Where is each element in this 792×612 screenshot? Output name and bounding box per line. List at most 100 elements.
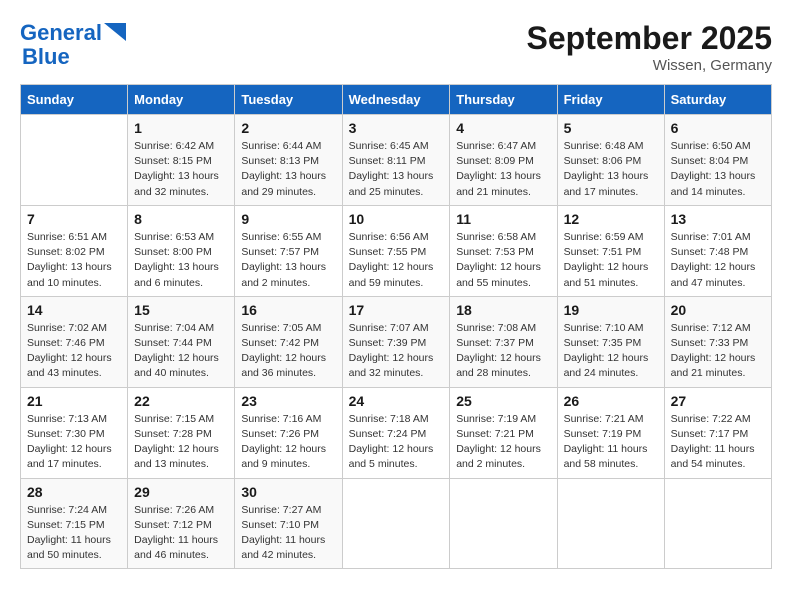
day-number: 24 bbox=[349, 393, 444, 409]
day-info: Sunrise: 7:15 AMSunset: 7:28 PMDaylight:… bbox=[134, 412, 228, 473]
day-number: 18 bbox=[456, 302, 550, 318]
day-number: 5 bbox=[564, 120, 658, 136]
day-number: 25 bbox=[456, 393, 550, 409]
day-number: 12 bbox=[564, 211, 658, 227]
day-info: Sunrise: 6:50 AMSunset: 8:04 PMDaylight:… bbox=[671, 139, 765, 200]
calendar-table: SundayMondayTuesdayWednesdayThursdayFrid… bbox=[20, 84, 772, 569]
day-info: Sunrise: 6:48 AMSunset: 8:06 PMDaylight:… bbox=[564, 139, 658, 200]
week-row-3: 14 Sunrise: 7:02 AMSunset: 7:46 PMDayligh… bbox=[21, 296, 772, 387]
day-cell-23: 23 Sunrise: 7:16 AMSunset: 7:26 PMDayligh… bbox=[235, 387, 342, 478]
day-info: Sunrise: 7:27 AMSunset: 7:10 PMDaylight:… bbox=[241, 503, 335, 564]
day-number: 17 bbox=[349, 302, 444, 318]
empty-cell bbox=[664, 478, 771, 569]
day-number: 13 bbox=[671, 211, 765, 227]
day-number: 30 bbox=[241, 484, 335, 500]
day-cell-24: 24 Sunrise: 7:18 AMSunset: 7:24 PMDayligh… bbox=[342, 387, 450, 478]
col-header-monday: Monday bbox=[128, 85, 235, 115]
day-number: 7 bbox=[27, 211, 121, 227]
day-info: Sunrise: 6:53 AMSunset: 8:00 PMDaylight:… bbox=[134, 230, 228, 291]
day-info: Sunrise: 7:04 AMSunset: 7:44 PMDaylight:… bbox=[134, 321, 228, 382]
day-cell-12: 12 Sunrise: 6:59 AMSunset: 7:51 PMDayligh… bbox=[557, 205, 664, 296]
day-cell-26: 26Sunrise: 7:21 AMSunset: 7:19 PMDayligh… bbox=[557, 387, 664, 478]
day-cell-3: 3 Sunrise: 6:45 AMSunset: 8:11 PMDaylight… bbox=[342, 115, 450, 206]
day-cell-2: 2 Sunrise: 6:44 AMSunset: 8:13 PMDaylight… bbox=[235, 115, 342, 206]
day-info: Sunrise: 6:47 AMSunset: 8:09 PMDaylight:… bbox=[456, 139, 550, 200]
day-number: 3 bbox=[349, 120, 444, 136]
day-info: Sunrise: 6:59 AMSunset: 7:51 PMDaylight:… bbox=[564, 230, 658, 291]
day-cell-8: 8 Sunrise: 6:53 AMSunset: 8:00 PMDaylight… bbox=[128, 205, 235, 296]
empty-cell bbox=[450, 478, 557, 569]
day-info: Sunrise: 7:26 AMSunset: 7:12 PMDaylight:… bbox=[134, 503, 228, 564]
week-row-1: 1 Sunrise: 6:42 AMSunset: 8:15 PMDaylight… bbox=[21, 115, 772, 206]
day-info: Sunrise: 7:12 AMSunset: 7:33 PMDaylight:… bbox=[671, 321, 765, 382]
day-number: 21 bbox=[27, 393, 121, 409]
logo: General Blue bbox=[20, 20, 126, 70]
col-header-sunday: Sunday bbox=[21, 85, 128, 115]
col-header-saturday: Saturday bbox=[664, 85, 771, 115]
empty-cell bbox=[342, 478, 450, 569]
week-row-4: 21 Sunrise: 7:13 AMSunset: 7:30 PMDayligh… bbox=[21, 387, 772, 478]
day-cell-21: 21 Sunrise: 7:13 AMSunset: 7:30 PMDayligh… bbox=[21, 387, 128, 478]
empty-cell bbox=[21, 115, 128, 206]
day-number: 28 bbox=[27, 484, 121, 500]
day-info: Sunrise: 7:01 AMSunset: 7:48 PMDaylight:… bbox=[671, 230, 765, 291]
day-number: 10 bbox=[349, 211, 444, 227]
day-cell-29: 29 Sunrise: 7:26 AMSunset: 7:12 PMDayligh… bbox=[128, 478, 235, 569]
logo-text: General bbox=[20, 20, 102, 46]
location: Wissen, Germany bbox=[527, 57, 772, 74]
day-cell-16: 16Sunrise: 7:05 AMSunset: 7:42 PMDayligh… bbox=[235, 296, 342, 387]
day-info: Sunrise: 7:21 AMSunset: 7:19 PMDaylight:… bbox=[564, 412, 658, 473]
day-cell-20: 20 Sunrise: 7:12 AMSunset: 7:33 PMDayligh… bbox=[664, 296, 771, 387]
day-cell-11: 11 Sunrise: 6:58 AMSunset: 7:53 PMDayligh… bbox=[450, 205, 557, 296]
day-cell-9: 9 Sunrise: 6:55 AMSunset: 7:57 PMDaylight… bbox=[235, 205, 342, 296]
day-number: 8 bbox=[134, 211, 228, 227]
day-number: 14 bbox=[27, 302, 121, 318]
day-number: 1 bbox=[134, 120, 228, 136]
day-info: Sunrise: 6:51 AMSunset: 8:02 PMDaylight:… bbox=[27, 230, 121, 291]
day-info: Sunrise: 7:02 AMSunset: 7:46 PMDaylight:… bbox=[27, 321, 121, 382]
day-info: Sunrise: 6:42 AMSunset: 8:15 PMDaylight:… bbox=[134, 139, 228, 200]
day-number: 23 bbox=[241, 393, 335, 409]
col-header-thursday: Thursday bbox=[450, 85, 557, 115]
day-info: Sunrise: 7:22 AMSunset: 7:17 PMDaylight:… bbox=[671, 412, 765, 473]
day-cell-1: 1 Sunrise: 6:42 AMSunset: 8:15 PMDaylight… bbox=[128, 115, 235, 206]
day-number: 20 bbox=[671, 302, 765, 318]
day-info: Sunrise: 7:24 AMSunset: 7:15 PMDaylight:… bbox=[27, 503, 121, 564]
day-cell-17: 17Sunrise: 7:07 AMSunset: 7:39 PMDayligh… bbox=[342, 296, 450, 387]
week-row-5: 28 Sunrise: 7:24 AMSunset: 7:15 PMDayligh… bbox=[21, 478, 772, 569]
day-cell-4: 4 Sunrise: 6:47 AMSunset: 8:09 PMDaylight… bbox=[450, 115, 557, 206]
day-cell-30: 30 Sunrise: 7:27 AMSunset: 7:10 PMDayligh… bbox=[235, 478, 342, 569]
day-cell-28: 28 Sunrise: 7:24 AMSunset: 7:15 PMDayligh… bbox=[21, 478, 128, 569]
day-number: 11 bbox=[456, 211, 550, 227]
day-number: 22 bbox=[134, 393, 228, 409]
day-cell-18: 18 Sunrise: 7:08 AMSunset: 7:37 PMDayligh… bbox=[450, 296, 557, 387]
day-number: 15 bbox=[134, 302, 228, 318]
day-cell-7: 7 Sunrise: 6:51 AMSunset: 8:02 PMDaylight… bbox=[21, 205, 128, 296]
day-cell-6: 6 Sunrise: 6:50 AMSunset: 8:04 PMDaylight… bbox=[664, 115, 771, 206]
day-info: Sunrise: 7:05 AMSunset: 7:42 PMDaylight:… bbox=[241, 321, 335, 382]
day-info: Sunrise: 7:19 AMSunset: 7:21 PMDaylight:… bbox=[456, 412, 550, 473]
day-info: Sunrise: 7:10 AMSunset: 7:35 PMDaylight:… bbox=[564, 321, 658, 382]
day-cell-13: 13 Sunrise: 7:01 AMSunset: 7:48 PMDayligh… bbox=[664, 205, 771, 296]
day-info: Sunrise: 6:58 AMSunset: 7:53 PMDaylight:… bbox=[456, 230, 550, 291]
col-header-wednesday: Wednesday bbox=[342, 85, 450, 115]
day-number: 9 bbox=[241, 211, 335, 227]
day-info: Sunrise: 6:56 AMSunset: 7:55 PMDaylight:… bbox=[349, 230, 444, 291]
day-info: Sunrise: 7:16 AMSunset: 7:26 PMDaylight:… bbox=[241, 412, 335, 473]
page-header: General Blue September 2025 Wissen, Germ… bbox=[20, 20, 772, 74]
day-cell-5: 5 Sunrise: 6:48 AMSunset: 8:06 PMDaylight… bbox=[557, 115, 664, 206]
day-cell-22: 22 Sunrise: 7:15 AMSunset: 7:28 PMDayligh… bbox=[128, 387, 235, 478]
month-title: September 2025 bbox=[527, 20, 772, 57]
day-info: Sunrise: 6:55 AMSunset: 7:57 PMDaylight:… bbox=[241, 230, 335, 291]
day-cell-15: 15 Sunrise: 7:04 AMSunset: 7:44 PMDayligh… bbox=[128, 296, 235, 387]
day-info: Sunrise: 6:45 AMSunset: 8:11 PMDaylight:… bbox=[349, 139, 444, 200]
day-number: 4 bbox=[456, 120, 550, 136]
day-cell-25: 25 Sunrise: 7:19 AMSunset: 7:21 PMDayligh… bbox=[450, 387, 557, 478]
day-number: 6 bbox=[671, 120, 765, 136]
day-info: Sunrise: 7:08 AMSunset: 7:37 PMDaylight:… bbox=[456, 321, 550, 382]
day-info: Sunrise: 6:44 AMSunset: 8:13 PMDaylight:… bbox=[241, 139, 335, 200]
day-info: Sunrise: 7:18 AMSunset: 7:24 PMDaylight:… bbox=[349, 412, 444, 473]
day-number: 2 bbox=[241, 120, 335, 136]
day-info: Sunrise: 7:13 AMSunset: 7:30 PMDaylight:… bbox=[27, 412, 121, 473]
day-number: 29 bbox=[134, 484, 228, 500]
